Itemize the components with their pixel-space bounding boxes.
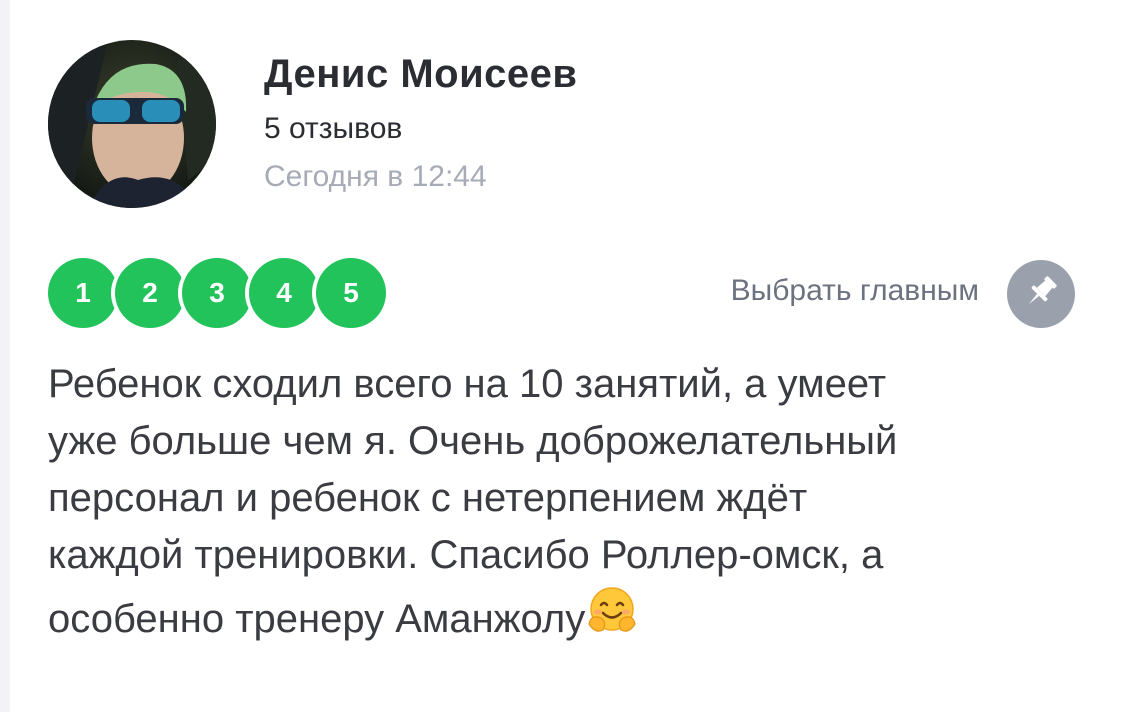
review-text-line: каждой тренировки. Спасибо Роллер-омск, …: [48, 533, 884, 577]
review-text: Ребенок сходил всего на 10 занятий, а ум…: [48, 356, 1088, 654]
pin-button[interactable]: [1007, 260, 1075, 328]
review-text-line: особенно тренеру Аманжолу: [48, 597, 586, 641]
left-edge-divider: [0, 0, 10, 712]
review-text-line: уже больше чем я. Очень доброжелательный: [48, 419, 898, 463]
pushpin-icon: [1021, 272, 1061, 317]
rating-badge: 2: [115, 258, 185, 328]
review-date: Сегодня в 12:44: [264, 160, 487, 193]
rating-badges: 1 2 3 4 5: [48, 258, 386, 328]
rating-badge: 1: [48, 258, 118, 328]
review-count[interactable]: 5 отзывов: [264, 112, 402, 146]
avatar[interactable]: [48, 40, 216, 208]
rating-badge: 5: [316, 258, 386, 328]
author-name[interactable]: Денис Моисеев: [264, 52, 578, 97]
rating-badge: 3: [182, 258, 252, 328]
pick-main-label[interactable]: Выбрать главным: [731, 274, 979, 308]
review-text-line: Ребенок сходил всего на 10 занятий, а ум…: [48, 362, 887, 406]
review-text-line: персонал и ребенок с нетерпением ждёт: [48, 476, 808, 520]
hugging-face-emoji-icon: [585, 584, 639, 654]
review-text-line-last: особенно тренеру Аманжолу: [48, 584, 1088, 654]
rating-badge: 4: [249, 258, 319, 328]
